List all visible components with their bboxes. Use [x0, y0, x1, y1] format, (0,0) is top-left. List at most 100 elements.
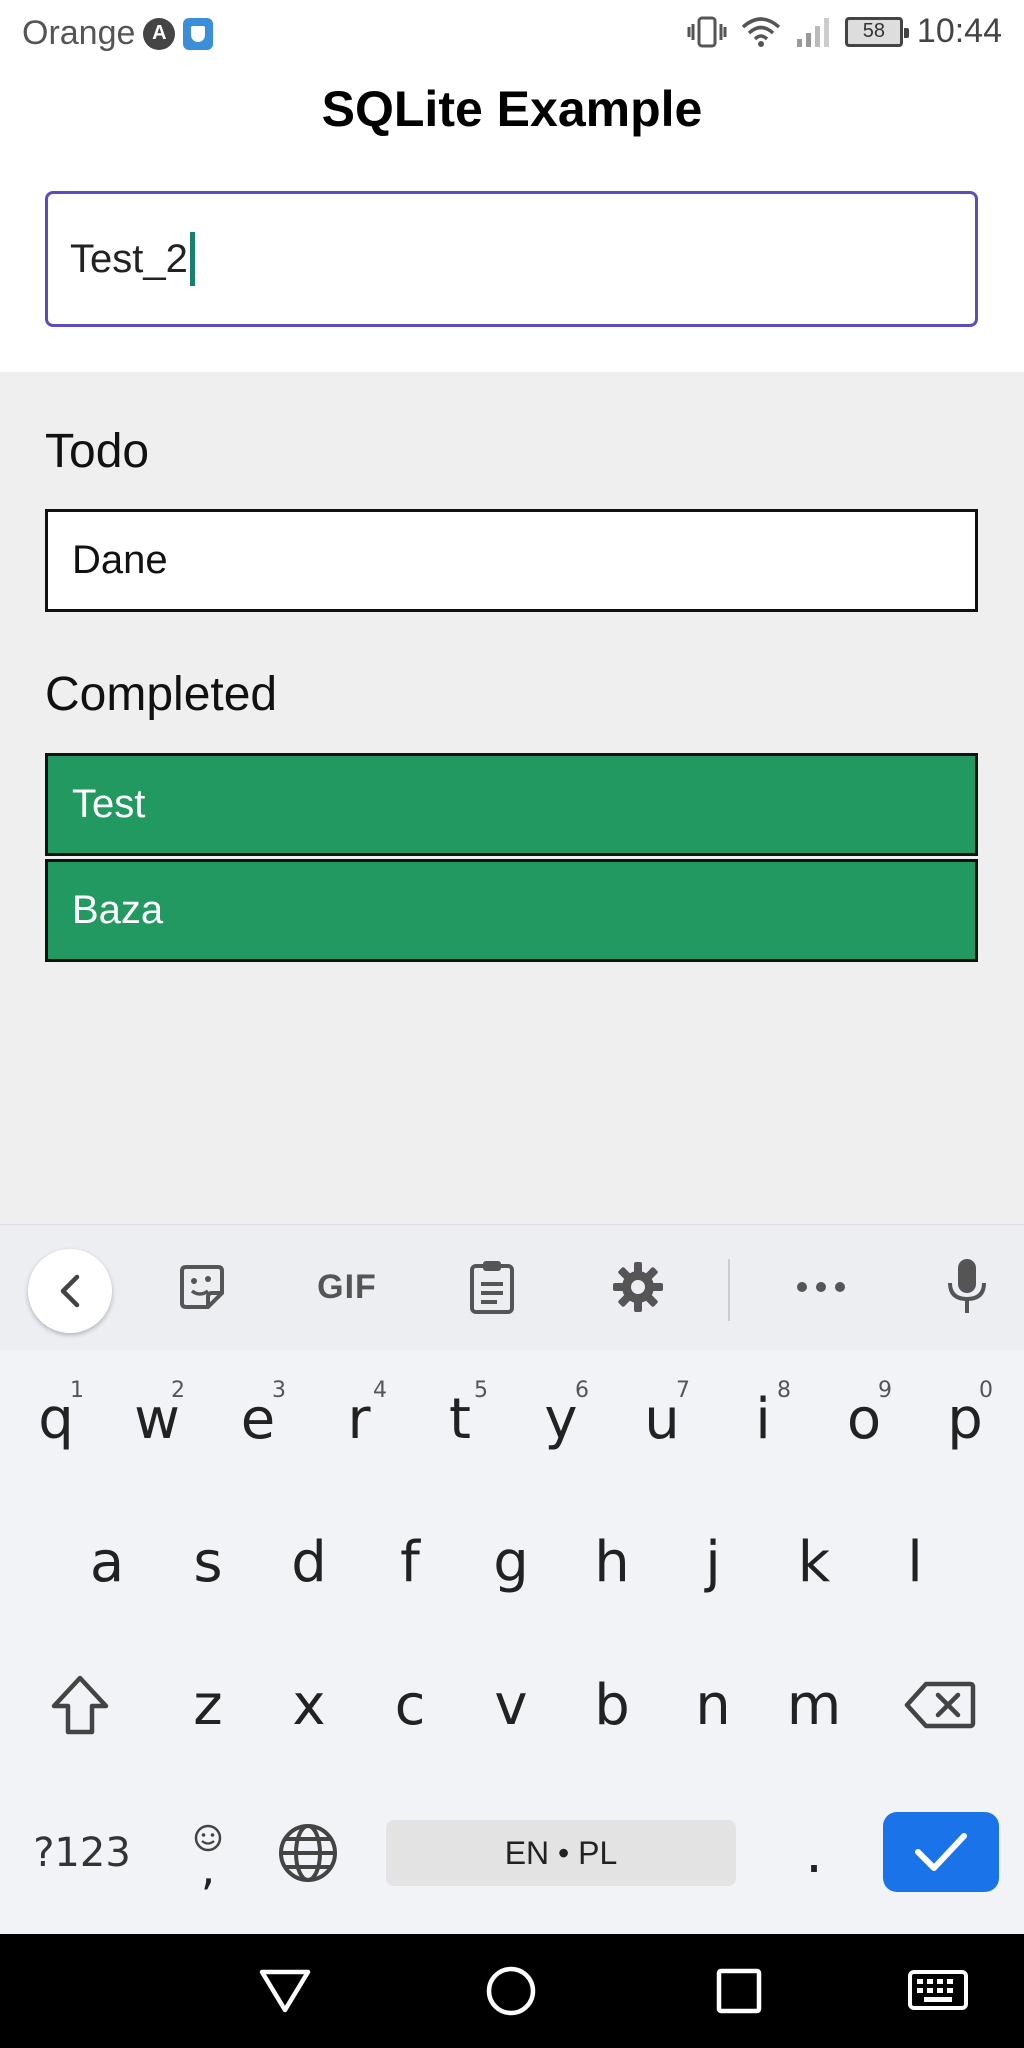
language-key[interactable] [258, 1798, 358, 1908]
battery-icon: 58 [844, 16, 909, 47]
space-key[interactable]: EN • PL [386, 1820, 736, 1886]
completed-item[interactable]: Test [45, 753, 978, 856]
sticker-button[interactable] [172, 1255, 232, 1319]
key-f[interactable]: f [360, 1507, 460, 1617]
chevron-left-icon [60, 1274, 80, 1308]
enter-key[interactable] [883, 1812, 999, 1892]
status-bar-left: Orange A [22, 14, 214, 53]
carrier-name: Orange [22, 14, 136, 52]
key-m[interactable]: m [764, 1650, 864, 1760]
system-nav-bar [0, 1934, 1024, 2048]
key-label: e [240, 1386, 276, 1452]
keyboard-switch-button[interactable] [906, 1960, 970, 2022]
toolbar-divider [728, 1259, 730, 1321]
voice-input-button[interactable] [937, 1255, 997, 1319]
back-triangle-icon [259, 1969, 311, 2013]
key-g[interactable]: g [461, 1507, 561, 1617]
key-h[interactable]: h [562, 1507, 662, 1617]
clipboard-icon [470, 1261, 514, 1314]
symbols-key[interactable]: ?123 [22, 1798, 142, 1908]
more-options-button[interactable] [791, 1255, 851, 1319]
more-horizontal-icon [797, 1282, 845, 1292]
shift-key[interactable] [30, 1650, 130, 1760]
key-hint: 9 [878, 1378, 892, 1403]
key-d[interactable]: d [259, 1507, 359, 1617]
recents-square-icon [716, 1968, 762, 2014]
key-e[interactable]: e3 [208, 1364, 308, 1474]
home-circle-icon [486, 1966, 536, 2016]
key-y[interactable]: y6 [511, 1364, 611, 1474]
todo-input-value: Test_2 [70, 236, 188, 281]
key-q[interactable]: q1 [6, 1364, 106, 1474]
key-hint: 3 [272, 1378, 286, 1403]
clipboard-button[interactable] [462, 1255, 522, 1319]
key-i[interactable]: i8 [713, 1364, 813, 1474]
key-hint: 2 [171, 1378, 185, 1403]
keyboard-toolbar: GIF [0, 1224, 1024, 1350]
key-x[interactable]: x [259, 1650, 359, 1760]
back-nav-button[interactable] [254, 1960, 316, 2022]
home-nav-button[interactable] [480, 1960, 542, 2022]
key-l[interactable]: l [865, 1507, 965, 1617]
key-n[interactable]: n [663, 1650, 763, 1760]
key-hint: 5 [474, 1378, 488, 1403]
key-hint: 1 [70, 1378, 84, 1403]
key-s[interactable]: s [158, 1507, 258, 1617]
key-c[interactable]: c [360, 1650, 460, 1760]
key-label: u [644, 1386, 680, 1452]
key-r[interactable]: r4 [309, 1364, 409, 1474]
vibrate-icon [687, 15, 727, 49]
key-z[interactable]: z [158, 1650, 258, 1760]
comma-label: , [200, 1841, 216, 1895]
signal-icon [795, 15, 831, 49]
key-hint: 8 [777, 1378, 791, 1403]
key-label: i [755, 1386, 771, 1452]
key-t[interactable]: t5 [410, 1364, 510, 1474]
soft-keyboard: GIF q1 w2 e3 r4 t5 y6 u7 i8 o9 p0 a s d … [0, 1224, 1024, 1934]
key-a[interactable]: a [57, 1507, 157, 1617]
wifi-icon [741, 15, 781, 49]
microphone-icon [948, 1259, 986, 1313]
key-hint: 4 [373, 1378, 387, 1403]
status-bar: Orange A 58 10:44 [0, 0, 1024, 70]
keyboard-settings-button[interactable] [608, 1255, 668, 1319]
status-bar-right: 58 10:44 [687, 12, 1002, 51]
todo-item[interactable]: Dane [45, 509, 978, 612]
gif-label: GIF [317, 1267, 377, 1306]
keyboard-collapse-button[interactable] [28, 1249, 112, 1333]
recents-nav-button[interactable] [708, 1960, 770, 2022]
gif-button[interactable]: GIF [308, 1255, 386, 1319]
shift-icon [51, 1675, 109, 1735]
key-label: o [846, 1386, 882, 1452]
key-label: y [544, 1386, 578, 1452]
emoji-comma-key[interactable]: , [158, 1798, 258, 1908]
key-j[interactable]: j [663, 1507, 763, 1617]
key-label: t [449, 1386, 471, 1452]
main-content: Todo Dane Completed Test Baza [0, 372, 1024, 1224]
page-title: SQLite Example [321, 81, 703, 137]
gear-icon [613, 1262, 663, 1312]
key-hint: 0 [979, 1378, 993, 1403]
key-p[interactable]: p0 [915, 1364, 1015, 1474]
period-key[interactable]: . [764, 1798, 864, 1908]
key-k[interactable]: k [764, 1507, 864, 1617]
key-hint: 7 [676, 1378, 690, 1403]
clock: 10:44 [916, 12, 1002, 50]
key-label: q [38, 1386, 74, 1452]
todo-text-input[interactable]: Test_2 [45, 191, 978, 327]
text-cursor [189, 232, 195, 286]
backspace-key[interactable] [890, 1650, 990, 1760]
key-w[interactable]: w2 [107, 1364, 207, 1474]
sticker-icon [180, 1265, 224, 1309]
key-v[interactable]: v [461, 1650, 561, 1760]
key-u[interactable]: u7 [612, 1364, 712, 1474]
key-label: r [347, 1386, 371, 1452]
shield-icon [183, 17, 214, 50]
globe-icon [279, 1824, 337, 1882]
app-notification-icon: A [143, 17, 176, 50]
key-o[interactable]: o9 [814, 1364, 914, 1474]
completed-item[interactable]: Baza [45, 859, 978, 962]
app-header: SQLite Example Test_2 [0, 70, 1024, 372]
checkmark-icon [915, 1833, 967, 1871]
key-b[interactable]: b [562, 1650, 662, 1760]
